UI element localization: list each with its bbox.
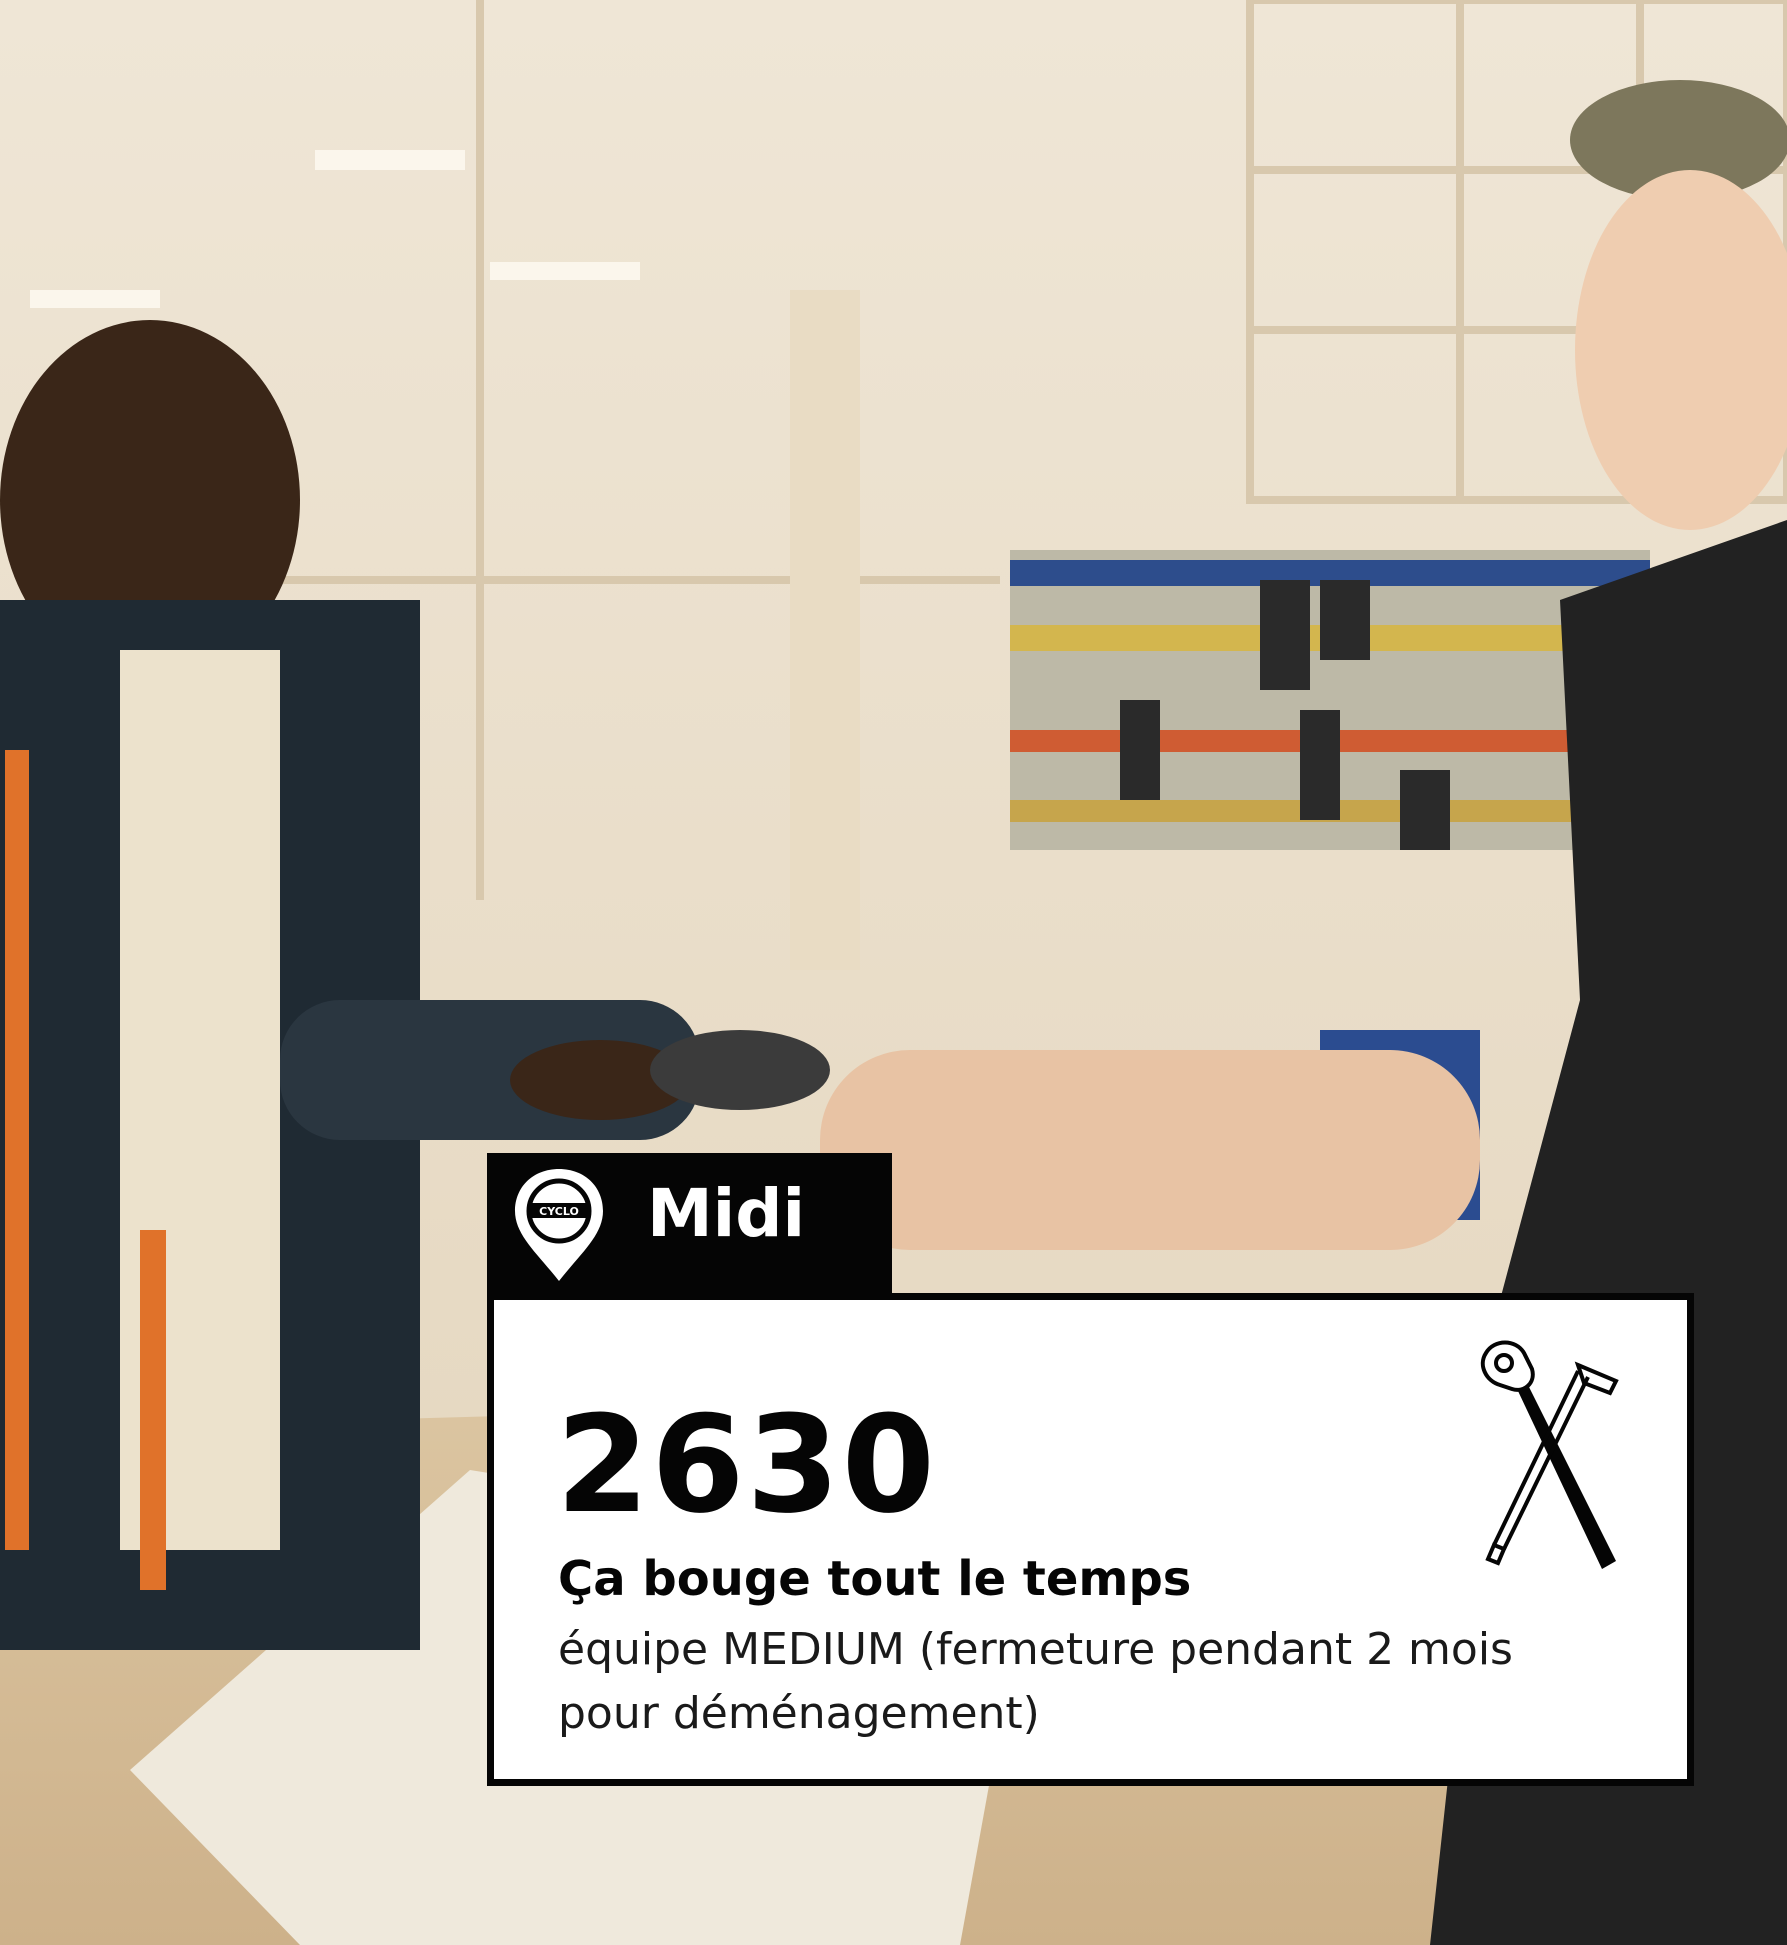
map-pin-cyclo-icon: CYCLO [511, 1165, 607, 1285]
info-card: 2630 Ça bouge tout le temps équipe MEDIU… [487, 1293, 1694, 1786]
card-description: équipe MEDIUM (fermeture pendant 2 mois … [558, 1624, 1513, 1739]
card-headline: Ça bouge tout le temps [558, 1551, 1192, 1607]
location-tag: CYCLO Midi [487, 1153, 892, 1293]
count-figure: 2630 [556, 1387, 937, 1543]
cyclo-logo-text: CYCLO [539, 1205, 579, 1218]
tools-icon [1466, 1335, 1636, 1580]
location-name: Midi [647, 1175, 806, 1252]
